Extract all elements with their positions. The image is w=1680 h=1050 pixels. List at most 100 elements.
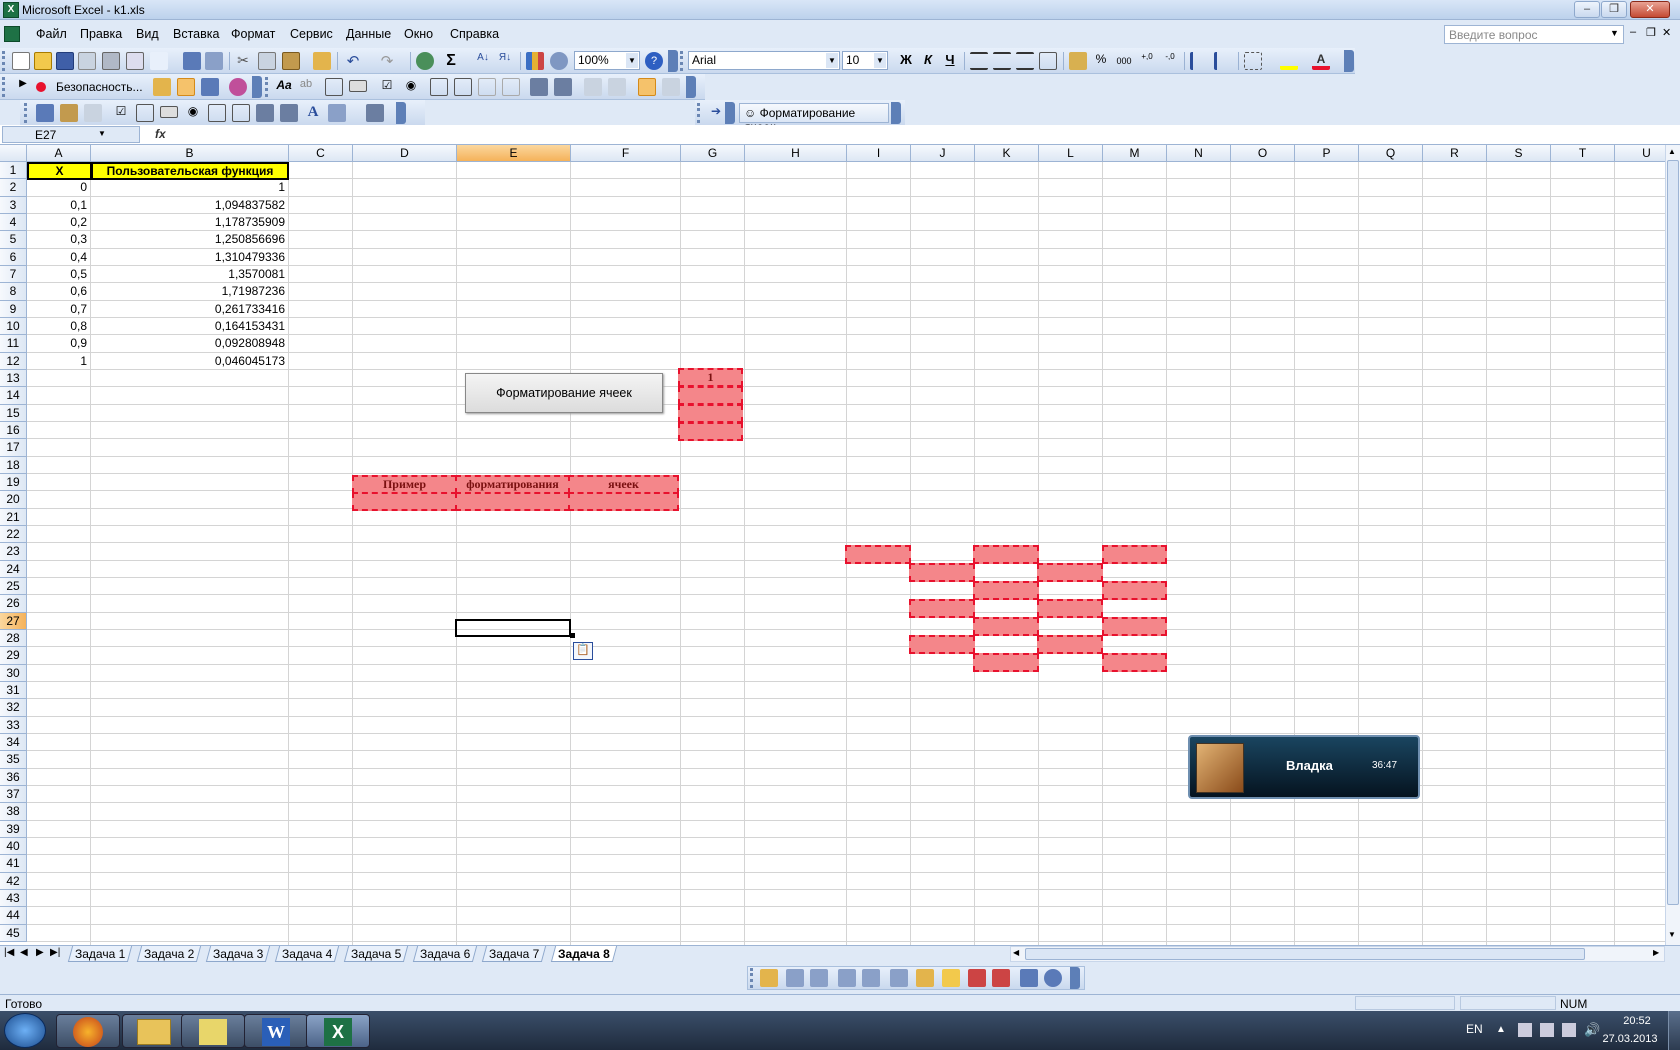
cell-e20[interactable]	[455, 492, 570, 511]
sheet-tab-8[interactable]: Задача 8	[550, 946, 617, 962]
cell-b2[interactable]: 1	[91, 179, 287, 196]
cell-m25[interactable]	[1102, 581, 1167, 600]
row-header-45[interactable]: 45	[0, 924, 27, 942]
row-header-42[interactable]: 42	[0, 872, 27, 890]
row-header-20[interactable]: 20	[0, 491, 27, 509]
column-header-e[interactable]: E	[457, 145, 571, 162]
cell-a10[interactable]: 0,8	[27, 318, 89, 335]
open-icon[interactable]	[34, 52, 52, 70]
toolbar-grip[interactable]	[680, 51, 688, 71]
record-icon[interactable]	[36, 82, 46, 92]
tray-time[interactable]: 20:52	[1612, 1015, 1662, 1027]
cell-d20[interactable]	[352, 492, 457, 511]
borders-icon[interactable]	[1244, 52, 1262, 70]
spreadsheet-grid[interactable]: X Пользовательская функция Форматировани…	[0, 145, 1679, 945]
combo-list-icon[interactable]	[478, 78, 496, 96]
cell-j28[interactable]	[909, 635, 975, 654]
row-header-8[interactable]: 8	[0, 283, 27, 301]
cell-a12[interactable]: 1	[27, 353, 89, 370]
cell-a5[interactable]: 0,3	[27, 231, 89, 248]
sheet-tab-3[interactable]: Задача 3	[205, 946, 271, 962]
menu-help[interactable]: Справка	[450, 27, 499, 41]
row-header-19[interactable]: 19	[0, 473, 27, 492]
row-header-39[interactable]: 39	[0, 820, 27, 838]
fill-handle[interactable]	[570, 633, 575, 638]
combobox-control-icon[interactable]	[232, 104, 250, 122]
run-dialog-icon[interactable]	[662, 78, 680, 96]
excel-icon[interactable]: X	[3, 2, 19, 18]
cell-b6[interactable]: 1,310479336	[91, 249, 287, 266]
row-header-6[interactable]: 6	[0, 248, 27, 266]
row-header-2[interactable]: 2	[0, 179, 27, 197]
row-header-9[interactable]: 9	[0, 300, 27, 318]
formula-input[interactable]	[170, 126, 1670, 143]
cell-j24[interactable]	[909, 563, 975, 582]
combo-box-icon[interactable]	[454, 78, 472, 96]
copy-icon[interactable]	[258, 52, 276, 70]
menu-window[interactable]: Окно	[404, 27, 433, 41]
row-header-11[interactable]: 11	[0, 335, 27, 353]
spelling-icon[interactable]	[183, 52, 201, 70]
row-header-17[interactable]: 17	[0, 439, 27, 457]
row-header-29[interactable]: 29	[0, 647, 27, 665]
row-header-25[interactable]: 25	[0, 577, 27, 596]
view-code-icon[interactable]	[84, 104, 102, 122]
start-button[interactable]	[4, 1013, 46, 1048]
row-header-12[interactable]: 12	[0, 352, 27, 370]
label-control-icon[interactable]: A	[304, 104, 322, 122]
toolbar-grip[interactable]	[2, 77, 10, 97]
cell-a11[interactable]: 0,9	[27, 335, 89, 352]
prev-sheet-icon[interactable]: ◀	[20, 947, 28, 958]
row-header-33[interactable]: 33	[0, 716, 27, 734]
option-control-icon[interactable]: ◉	[184, 104, 202, 122]
vb-editor-icon[interactable]	[153, 78, 171, 96]
cell-a9[interactable]: 0,7	[27, 301, 89, 318]
toolbar-options-button[interactable]	[686, 76, 696, 98]
row-header-30[interactable]: 30	[0, 664, 27, 682]
cell-a3[interactable]: 0,1	[27, 197, 89, 214]
row-header-26[interactable]: 26	[0, 595, 27, 613]
toolbar-grip[interactable]	[750, 968, 758, 988]
row-header-44[interactable]: 44	[0, 907, 27, 925]
properties-icon[interactable]	[60, 104, 78, 122]
row-header-14[interactable]: 14	[0, 387, 27, 405]
row-header-36[interactable]: 36	[0, 768, 27, 786]
column-header-c[interactable]: C	[289, 145, 353, 162]
format-cells-macro-button[interactable]: ☺ Форматирование ячеек	[739, 103, 889, 134]
sheet-tab-1[interactable]: Задача 1	[67, 946, 133, 962]
group-box-icon[interactable]	[325, 78, 343, 96]
column-header-n[interactable]: N	[1167, 145, 1231, 162]
research-icon[interactable]	[150, 52, 168, 70]
cut-icon[interactable]: ✂	[234, 52, 252, 70]
scroll-down-icon[interactable]: ▼	[1668, 930, 1676, 939]
watch-window-icon[interactable]	[1020, 969, 1038, 987]
chevron-down-icon[interactable]: ▼	[98, 129, 106, 138]
cell-b10[interactable]: 0,164153431	[91, 318, 287, 335]
increase-decimal-icon[interactable]: +,0	[1138, 52, 1156, 70]
row-header-32[interactable]: 32	[0, 699, 27, 717]
row-header-38[interactable]: 38	[0, 803, 27, 821]
close-button[interactable]: ✕	[1630, 1, 1670, 18]
option-button-icon[interactable]: ◉	[402, 78, 420, 96]
circle-invalid-icon[interactable]	[968, 969, 986, 987]
column-header-b[interactable]: B	[91, 145, 289, 162]
minimize-button[interactable]: –	[1574, 1, 1600, 18]
toolbar-options-button[interactable]	[891, 102, 901, 124]
sheet-tab-5[interactable]: Задача 5	[343, 946, 409, 962]
toolbar-grip[interactable]	[24, 103, 32, 123]
cell-i23[interactable]	[845, 545, 911, 564]
print-icon[interactable]	[102, 52, 120, 70]
permission-icon[interactable]	[78, 52, 96, 70]
column-header-a[interactable]: A	[27, 145, 91, 162]
row-header-23[interactable]: 23	[0, 543, 27, 561]
listbox-control-icon[interactable]	[208, 104, 226, 122]
sort-desc-icon[interactable]: Я↓	[496, 52, 514, 70]
tray-network-icon[interactable]	[1518, 1023, 1532, 1037]
evaluate-formula-icon[interactable]	[1044, 969, 1062, 987]
doc-restore-button[interactable]: ❐	[1646, 26, 1656, 39]
cell-k25[interactable]	[973, 581, 1039, 600]
column-header-m[interactable]: M	[1103, 145, 1167, 162]
decrease-indent-icon[interactable]	[1190, 52, 1208, 70]
column-header-t[interactable]: T	[1551, 145, 1615, 162]
textbox-control-icon[interactable]	[136, 104, 154, 122]
